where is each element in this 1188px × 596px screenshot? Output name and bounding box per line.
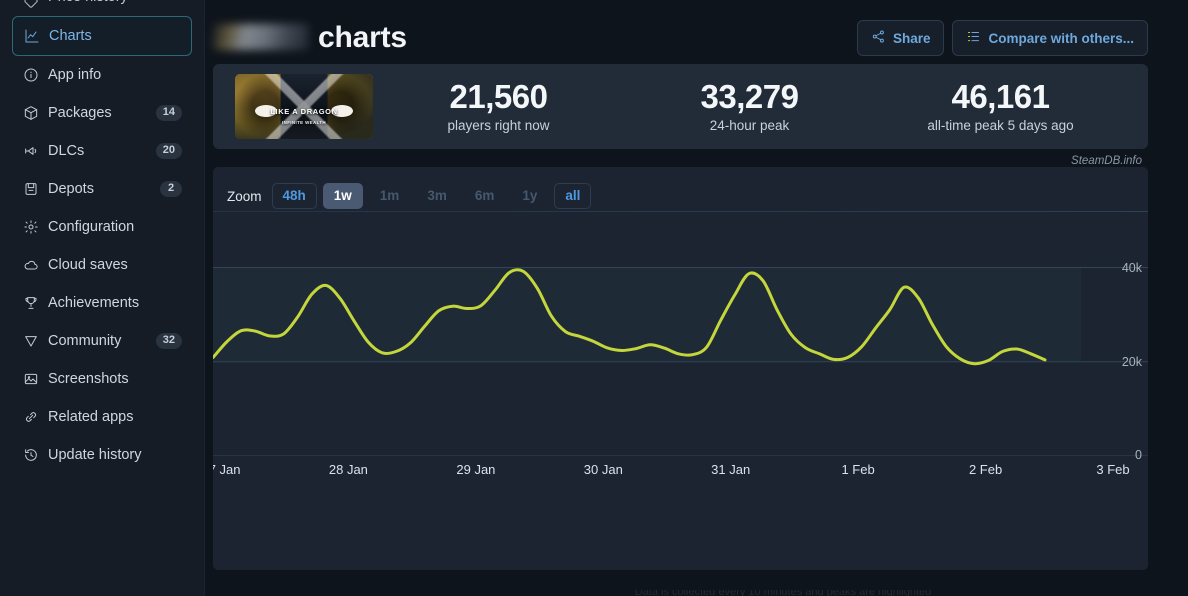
ranking-list-icon [966, 29, 981, 47]
megaphone-icon [22, 143, 39, 160]
sidebar-item-label: Packages [48, 105, 112, 121]
steamdb-watermark: SteamDB.info [1071, 155, 1142, 167]
gear-icon [22, 219, 39, 236]
sidebar-item-cloud-saves[interactable]: Cloud saves [12, 246, 192, 284]
image-icon [22, 371, 39, 388]
stat-value: 46,161 [951, 77, 1050, 115]
info-circle-icon [22, 67, 39, 84]
sidebar-item-label: Cloud saves [48, 257, 128, 273]
stat-all-time-peak: 46,161 all-time peak 5 days ago [875, 77, 1126, 134]
x-axis-tick: 27 Jan [213, 462, 241, 477]
stat-label: all-time peak 5 days ago [927, 118, 1074, 134]
sidebar-item-configuration[interactable]: Configuration [12, 208, 192, 246]
zoom-range-controls: Zoom 48h 1w 1m 3m 6m 1y all [213, 167, 1148, 211]
sidebar-badge: 20 [155, 143, 182, 159]
stat-24-hour-peak: 33,279 24-hour peak [624, 77, 875, 134]
players-chart-card: Zoom 48h 1w 1m 3m 6m 1y all 40k 20k 0 27… [213, 167, 1148, 570]
share-button[interactable]: Share [856, 20, 945, 56]
x-axis-tick: 30 Jan [583, 462, 623, 477]
stat-players-right-now: 21,560 players right now [373, 77, 624, 134]
sidebar-item-label: Price history [48, 0, 128, 5]
sidebar-item-label: Configuration [48, 219, 135, 235]
share-button-label: Share [892, 30, 931, 46]
zoom-button-3m[interactable]: 3m [416, 183, 458, 210]
sidebar-item-community[interactable]: Community 32 [12, 322, 192, 360]
app-sidebar-nav: Price history Charts App info Packages [0, 0, 205, 596]
sidebar-item-label: App info [48, 67, 102, 83]
sidebar-badge: 32 [155, 333, 182, 349]
sidebar-item-label: Update history [48, 447, 142, 463]
stats-panel: LIKE A DRAGON INFINITE WEALTH 21,560 pla… [213, 64, 1148, 149]
x-axis-ticks: 27 Jan 28 Jan 29 Jan 30 Jan 31 Jan 1 Feb 2 Feb… [213, 456, 1148, 484]
chart-plot-area[interactable]: 40k 20k 0 [213, 211, 1148, 462]
players-line-chart[interactable] [213, 211, 1148, 456]
shield-icon [22, 333, 39, 350]
sidebar-badge: 14 [155, 105, 182, 121]
compare-button-label: Compare with others... [988, 30, 1134, 46]
sidebar-badge: 2 [160, 181, 182, 197]
x-axis-tick: 28 Jan [328, 462, 368, 477]
cloud-icon [22, 257, 39, 274]
sidebar-item-label: Achievements [48, 295, 140, 311]
chart-line-icon [23, 28, 40, 45]
stat-value: 33,279 [700, 77, 799, 115]
sidebar-item-depots[interactable]: Depots 2 [12, 170, 192, 208]
game-capsule-thumbnail[interactable]: LIKE A DRAGON INFINITE WEALTH [235, 74, 373, 139]
chart-footnote-clipped: Data is collected every 10 minutes and p… [418, 590, 1148, 596]
x-axis-tick: 3 Feb [1096, 462, 1130, 477]
sidebar-item-label: Related apps [48, 409, 134, 425]
sidebar-item-label: Depots [48, 181, 94, 197]
zoom-button-48h[interactable]: 48h [271, 182, 317, 210]
y-axis-tick-20k: 20k [1121, 354, 1142, 369]
x-axis-tick: 1 Feb [841, 462, 875, 477]
chart-footnote-text: Data is collected every 10 minutes and p… [634, 590, 932, 596]
sidebar-item-charts[interactable]: Charts [12, 16, 192, 56]
page-title: charts [213, 21, 407, 55]
zoom-label: Zoom [227, 188, 262, 204]
sidebar-item-label: Screenshots [48, 371, 129, 387]
sidebar-item-price-history[interactable]: Price history [12, 0, 192, 16]
thumbnail-title: LIKE A DRAGON INFINITE WEALTH [235, 107, 373, 127]
sidebar-item-label: DLCs [48, 143, 85, 159]
page-header: charts Share Compare with others... [205, 0, 1148, 64]
sidebar-item-dlcs[interactable]: DLCs 20 [12, 132, 192, 170]
stat-label: players right now [447, 118, 550, 134]
main-content: charts Share Compare with others... LIKE… [205, 0, 1188, 596]
sidebar-item-update-history[interactable]: Update history [12, 436, 192, 474]
page-title-suffix: charts [318, 21, 407, 54]
sidebar-item-screenshots[interactable]: Screenshots [12, 360, 192, 398]
sidebar-item-list: Price history Charts App info Packages [0, 0, 204, 474]
share-nodes-icon [871, 29, 886, 47]
x-axis-tick: 2 Feb [968, 462, 1003, 477]
sidebar-item-app-info[interactable]: App info [12, 56, 192, 94]
redacted-game-name [213, 24, 309, 50]
sidebar-item-achievements[interactable]: Achievements [12, 284, 192, 322]
thumbnail-title-sub: INFINITE WEALTH [282, 119, 326, 125]
y-axis-tick-40k: 40k [1121, 260, 1142, 275]
zoom-button-all[interactable]: all [554, 182, 592, 210]
history-clock-icon [22, 447, 39, 464]
stat-value: 21,560 [449, 77, 548, 115]
x-axis-tick: 29 Jan [456, 462, 496, 477]
compare-with-others-button[interactable]: Compare with others... [952, 20, 1148, 56]
thumbnail-title-main: LIKE A DRAGON [270, 106, 338, 116]
box-icon [22, 105, 39, 122]
zoom-button-1w[interactable]: 1w [322, 182, 363, 210]
header-actions: Share Compare with others... [856, 20, 1148, 56]
sidebar-item-label: Charts [49, 28, 92, 44]
steamdb-app-charts-page: Price history Charts App info Packages [0, 0, 1188, 596]
tag-icon [22, 0, 39, 10]
sidebar-item-label: Community [48, 333, 122, 349]
zoom-button-1y[interactable]: 1y [511, 183, 548, 210]
x-axis-tick: 31 Jan [711, 462, 751, 477]
stat-label: 24-hour peak [709, 118, 790, 134]
sidebar-item-related-apps[interactable]: Related apps [12, 398, 192, 436]
zoom-button-1m[interactable]: 1m [369, 183, 411, 210]
zoom-button-6m[interactable]: 6m [464, 183, 506, 210]
sidebar-item-packages[interactable]: Packages 14 [12, 94, 192, 132]
database-icon [22, 181, 39, 198]
link-icon [22, 409, 39, 426]
trophy-icon [22, 295, 39, 312]
